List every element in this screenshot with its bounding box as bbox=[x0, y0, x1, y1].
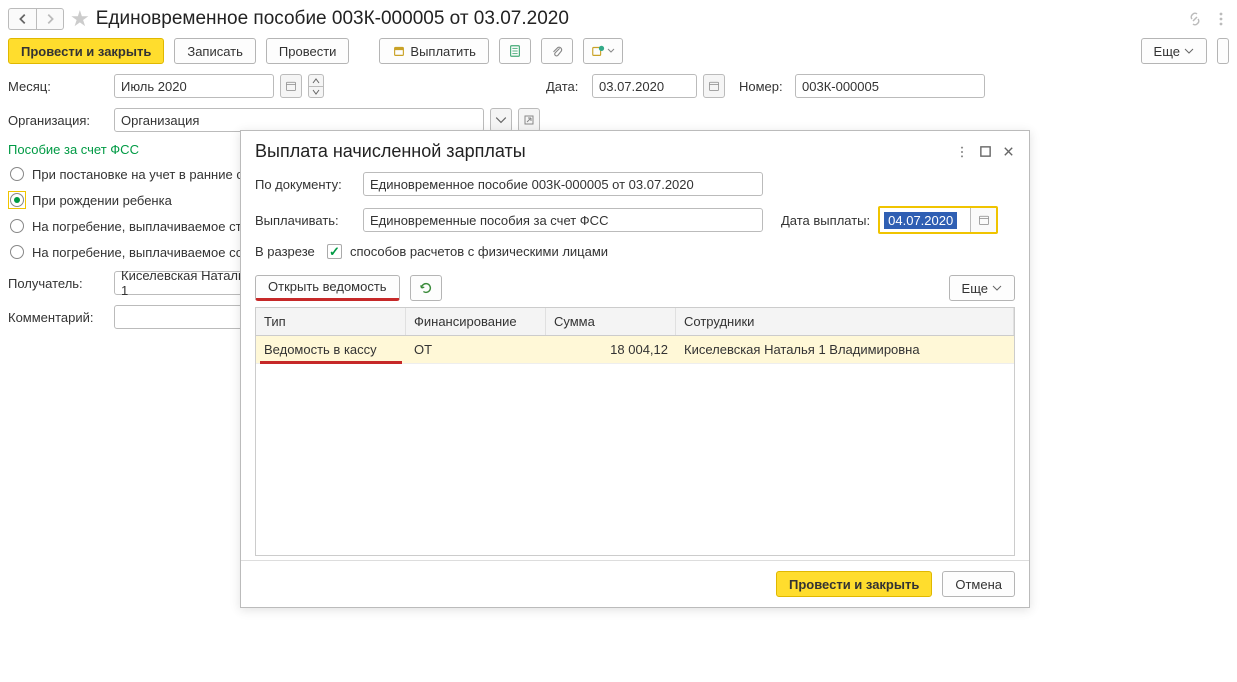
modal-cancel-button[interactable]: Отмена bbox=[942, 571, 1015, 597]
header-bar: ★ Единовременное пособие 003К-000005 от … bbox=[0, 0, 1237, 34]
split-text: способов расчетов с физическими лицами bbox=[350, 244, 608, 259]
comment-label: Комментарий: bbox=[8, 310, 108, 325]
th-type[interactable]: Тип bbox=[256, 308, 406, 335]
date-input[interactable]: 03.07.2020 bbox=[592, 74, 697, 98]
modal-close-icon[interactable] bbox=[1002, 145, 1015, 159]
pay-date-label: Дата выплаты: bbox=[781, 213, 870, 228]
more-button-label: Еще bbox=[1154, 44, 1180, 59]
th-fin[interactable]: Финансирование bbox=[406, 308, 546, 335]
by-doc-input[interactable]: Единовременное пособие 003К-000005 от 03… bbox=[363, 172, 763, 196]
refresh-button[interactable] bbox=[410, 275, 442, 301]
pay-label: Выплачивать: bbox=[255, 213, 355, 228]
post-button[interactable]: Провести bbox=[266, 38, 350, 64]
modal-post-close-button[interactable]: Провести и закрыть bbox=[776, 571, 932, 597]
number-input[interactable]: 003К-000005 bbox=[795, 74, 985, 98]
by-doc-label: По документу: bbox=[255, 177, 355, 192]
modal-more-button[interactable]: Еще bbox=[949, 275, 1015, 301]
cell-type: Ведомость в кассу bbox=[256, 336, 406, 363]
th-sum[interactable]: Сумма bbox=[546, 308, 676, 335]
help-icon-button[interactable] bbox=[1217, 38, 1229, 64]
month-spin-down[interactable] bbox=[308, 86, 324, 98]
comment-input[interactable] bbox=[114, 305, 259, 329]
number-label: Номер: bbox=[739, 79, 789, 94]
report-icon-button[interactable] bbox=[499, 38, 531, 64]
modal-more-label: Еще bbox=[962, 281, 988, 296]
kebab-icon[interactable] bbox=[1213, 11, 1229, 27]
link-icon[interactable] bbox=[1187, 11, 1203, 27]
recipient-label: Получатель: bbox=[8, 276, 108, 291]
month-spin-up[interactable] bbox=[308, 74, 324, 86]
more-button[interactable]: Еще bbox=[1141, 38, 1207, 64]
radio-burial-1-label: На погребение, выплачиваемое сто bbox=[32, 219, 249, 234]
page-title: Единовременное пособие 003К-000005 от 03… bbox=[96, 8, 569, 30]
payroll-modal: Выплата начисленной зарплаты По документ… bbox=[240, 130, 1030, 608]
export-icon-button[interactable] bbox=[583, 38, 623, 64]
toolbar: Провести и закрыть Записать Провести Вып… bbox=[0, 34, 1237, 74]
cell-emp: Киселевская Наталья 1 Владимировна bbox=[676, 336, 1014, 363]
payments-table: Тип Финансирование Сумма Сотрудники Ведо… bbox=[255, 307, 1015, 556]
org-dropdown-button[interactable] bbox=[490, 108, 512, 132]
date-label: Дата: bbox=[546, 79, 586, 94]
attach-icon-button[interactable] bbox=[541, 38, 573, 64]
cell-sum: 18 004,12 bbox=[546, 336, 676, 363]
modal-title: Выплата начисленной зарплаты bbox=[255, 141, 526, 162]
pay-date-calendar-button[interactable] bbox=[970, 208, 996, 232]
radio-early-label: При постановке на учет в ранние с bbox=[32, 167, 243, 182]
radio-burial-2-label: На погребение, выплачиваемое сот bbox=[32, 245, 249, 260]
org-input[interactable]: Организация bbox=[114, 108, 484, 132]
org-open-button[interactable] bbox=[518, 108, 540, 132]
month-label: Месяц: bbox=[8, 79, 108, 94]
table-row[interactable]: Ведомость в кассу ОТ 18 004,12 Киселевск… bbox=[256, 336, 1014, 364]
org-label: Организация: bbox=[8, 113, 108, 128]
save-button[interactable]: Записать bbox=[174, 38, 256, 64]
open-vedomost-button[interactable]: Открыть ведомость bbox=[255, 275, 400, 301]
split-label: В разрезе bbox=[255, 244, 319, 259]
pay-button-label: Выплатить bbox=[410, 44, 476, 59]
radio-birth-label: При рождении ребенка bbox=[32, 193, 172, 208]
modal-kebab-icon[interactable] bbox=[955, 145, 969, 159]
pay-date-value: 04.07.2020 bbox=[884, 212, 957, 229]
pay-button[interactable]: Выплатить bbox=[379, 38, 489, 64]
month-calendar-button[interactable] bbox=[280, 74, 302, 98]
pay-input[interactable]: Единовременные пособия за счет ФСС bbox=[363, 208, 763, 232]
date-calendar-button[interactable] bbox=[703, 74, 725, 98]
th-emp[interactable]: Сотрудники bbox=[676, 308, 1014, 335]
nav-forward-button[interactable] bbox=[36, 8, 64, 30]
pay-date-input[interactable]: 04.07.2020 bbox=[878, 206, 998, 234]
cell-fin: ОТ bbox=[406, 336, 546, 363]
post-and-close-button[interactable]: Провести и закрыть bbox=[8, 38, 164, 64]
recipient-input[interactable]: Киселевская Наталья 1 bbox=[114, 271, 259, 295]
nav-back-button[interactable] bbox=[8, 8, 36, 30]
favorite-star-icon[interactable]: ★ bbox=[70, 6, 90, 32]
month-input[interactable]: Июль 2020 bbox=[114, 74, 274, 98]
split-checkbox[interactable]: ✓ bbox=[327, 244, 342, 259]
modal-maximize-icon[interactable] bbox=[979, 145, 992, 159]
